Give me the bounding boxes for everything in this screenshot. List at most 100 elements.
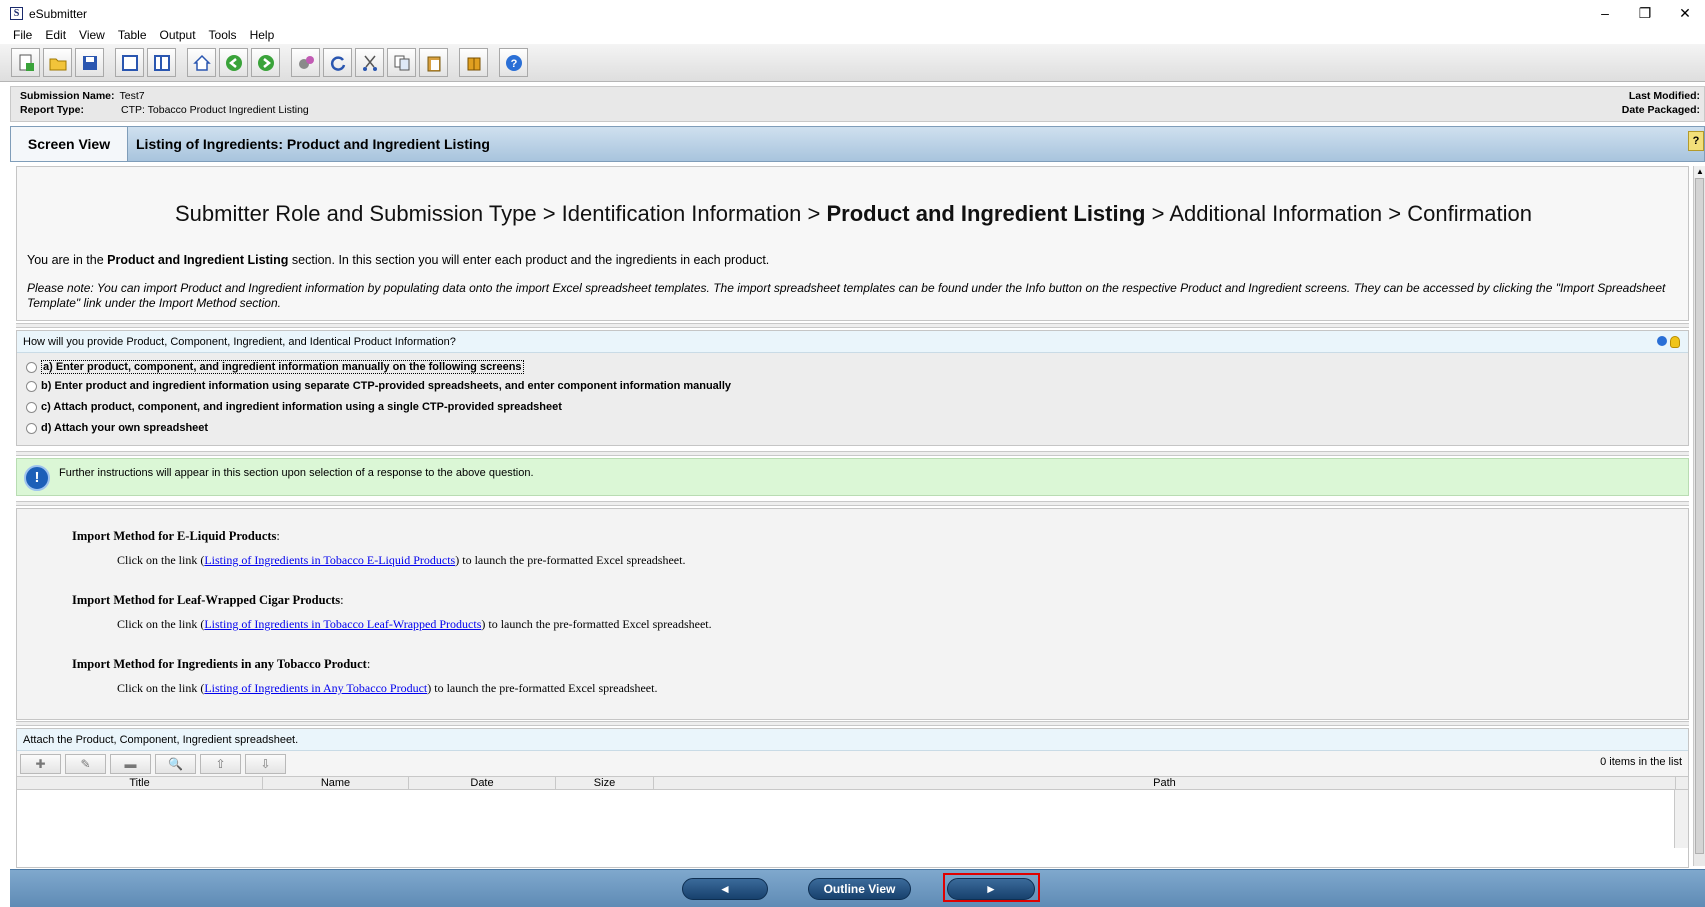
- column-date[interactable]: Date: [409, 777, 556, 789]
- package-icon[interactable]: [459, 48, 488, 77]
- link-eliquid-spreadsheet[interactable]: Listing of Ingredients in Tobacco E-Liqu…: [204, 553, 455, 567]
- open-folder-icon[interactable]: [43, 48, 72, 77]
- title-bar: S eSubmitter – ❐ ✕: [0, 0, 1705, 27]
- help-icon[interactable]: ?: [499, 48, 528, 77]
- menu-file[interactable]: File: [13, 28, 32, 42]
- menu-help[interactable]: Help: [250, 28, 275, 42]
- menu-tools[interactable]: Tools: [209, 28, 237, 42]
- tab-screen-view[interactable]: Screen View: [11, 127, 128, 161]
- paste-icon[interactable]: [419, 48, 448, 77]
- import-methods-panel: Import Method for E-Liquid Products: Cli…: [16, 508, 1689, 720]
- radio-option-d[interactable]: [26, 422, 37, 434]
- home-icon[interactable]: [187, 48, 216, 77]
- attachments-table-body: [17, 790, 1688, 848]
- single-pane-icon[interactable]: [115, 48, 144, 77]
- radio-option-b[interactable]: [26, 380, 37, 392]
- lightbulb-icon[interactable]: [1670, 336, 1680, 348]
- section-divider: [16, 323, 1689, 328]
- bottom-navigation: ◄ Outline View ►: [10, 869, 1705, 907]
- outline-view-button[interactable]: Outline View: [808, 878, 911, 900]
- radio-option-a[interactable]: [26, 361, 37, 373]
- column-name[interactable]: Name: [263, 777, 409, 789]
- attach-toolbar: ✚ ✎ ▬ 🔍 ⇧ ⇩ 0 items in the list: [17, 751, 1688, 776]
- forward-arrow-icon[interactable]: [251, 48, 280, 77]
- scroll-up-icon[interactable]: ▲: [1694, 166, 1705, 178]
- intro-section: Product and Ingredient Listing: [107, 253, 289, 267]
- line-suffix: ) to launch the pre-formatted Excel spre…: [455, 553, 686, 567]
- title-colon: :: [366, 657, 371, 671]
- question-panel: How will you provide Product, Component,…: [16, 330, 1689, 446]
- line-suffix: ) to launch the pre-formatted Excel spre…: [481, 617, 712, 631]
- breadcrumb-separator: >: [542, 201, 556, 226]
- option-d[interactable]: d) Attach your own spreadsheet: [26, 422, 208, 434]
- page-title: Listing of Ingredients: Product and Ingr…: [136, 136, 490, 152]
- table-header: Title Name Date Size Path: [17, 776, 1688, 790]
- breadcrumb-step-additional: Additional Information: [1169, 201, 1383, 226]
- add-icon[interactable]: ✚: [20, 753, 61, 774]
- main-content: Submitter Role and Submission Type > Ide…: [16, 166, 1689, 868]
- instructions-text: Further instructions will appear in this…: [59, 467, 534, 479]
- instructions-panel: ! Further instructions will appear in th…: [16, 458, 1689, 496]
- next-button-highlight: [943, 873, 1040, 902]
- column-title[interactable]: Title: [17, 777, 263, 789]
- option-c[interactable]: c) Attach product, component, and ingred…: [26, 401, 562, 413]
- move-up-icon[interactable]: ⇧: [200, 753, 241, 774]
- column-size[interactable]: Size: [556, 777, 654, 789]
- copy-icon[interactable]: [387, 48, 416, 77]
- save-icon[interactable]: [75, 48, 104, 77]
- menu-output[interactable]: Output: [160, 28, 196, 42]
- submission-info: Submission Name: Test7 Report Type: CTP:…: [10, 86, 1705, 122]
- back-arrow-icon[interactable]: [219, 48, 248, 77]
- option-d-label[interactable]: d) Attach your own spreadsheet: [41, 422, 208, 434]
- menu-table[interactable]: Table: [118, 28, 147, 42]
- import-method-line: Click on the link (Listing of Ingredient…: [117, 681, 657, 696]
- question-text: How will you provide Product, Component,…: [17, 331, 1688, 353]
- option-a[interactable]: a) Enter product, component, and ingredi…: [26, 360, 524, 374]
- svg-text:?: ?: [510, 58, 517, 70]
- option-a-label[interactable]: a) Enter product, component, and ingredi…: [41, 360, 524, 374]
- menu-edit[interactable]: Edit: [45, 28, 66, 42]
- import-method-line: Click on the link (Listing of Ingredient…: [117, 553, 685, 568]
- import-title-leaf-wrapped: Import Method for Leaf-Wrapped Cigar Pro…: [72, 593, 341, 607]
- info-dot-icon[interactable]: [1657, 336, 1667, 346]
- help-note-icon[interactable]: ?: [1688, 131, 1704, 151]
- line-prefix: Click on the link (: [117, 681, 205, 695]
- move-down-icon[interactable]: ⇩: [245, 753, 286, 774]
- option-b-label[interactable]: b) Enter product and ingredient informat…: [41, 380, 731, 392]
- report-type-label: Report Type:: [20, 104, 84, 116]
- cut-icon[interactable]: [355, 48, 384, 77]
- breadcrumb-separator: >: [807, 201, 821, 226]
- close-button[interactable]: ✕: [1665, 0, 1705, 27]
- minimize-button[interactable]: –: [1585, 0, 1625, 27]
- import-method-title: Import Method for Leaf-Wrapped Cigar Pro…: [72, 593, 344, 608]
- toolbar: ?: [0, 44, 1705, 82]
- option-c-label[interactable]: c) Attach product, component, and ingred…: [41, 401, 562, 413]
- question-label: How will you provide Product, Component,…: [23, 336, 456, 348]
- menu-view[interactable]: View: [79, 28, 105, 42]
- breadcrumb-separator: >: [1151, 201, 1165, 226]
- intro-prefix: You are in the: [27, 253, 108, 267]
- section-divider: [16, 451, 1689, 456]
- date-packaged-label: Date Packaged:: [1621, 104, 1700, 116]
- main-scrollbar[interactable]: ▲: [1693, 166, 1705, 866]
- link-leaf-wrapped-spreadsheet[interactable]: Listing of Ingredients in Tobacco Leaf-W…: [204, 617, 481, 631]
- refresh-icon[interactable]: [323, 48, 352, 77]
- app-logo-icon: S: [10, 7, 23, 20]
- scrollbar-thumb[interactable]: [1695, 178, 1704, 854]
- items-count: 0 items in the list: [1600, 756, 1682, 768]
- section-divider: [16, 721, 1689, 726]
- remove-icon[interactable]: ▬: [110, 753, 151, 774]
- view-icon[interactable]: 🔍: [155, 753, 196, 774]
- radio-option-c[interactable]: [26, 401, 37, 413]
- option-b[interactable]: b) Enter product and ingredient informat…: [26, 380, 731, 392]
- gears-icon[interactable]: [291, 48, 320, 77]
- table-scrollbar[interactable]: [1674, 790, 1688, 848]
- new-file-icon[interactable]: [11, 48, 40, 77]
- restore-button[interactable]: ❐: [1625, 0, 1665, 27]
- split-pane-icon[interactable]: [147, 48, 176, 77]
- column-path[interactable]: Path: [654, 777, 1676, 789]
- link-any-product-spreadsheet[interactable]: Listing of Ingredients in Any Tobacco Pr…: [204, 681, 427, 695]
- edit-icon[interactable]: ✎: [65, 753, 106, 774]
- back-button[interactable]: ◄: [682, 878, 768, 900]
- import-title-eliquid: Import Method for E-Liquid Products: [72, 529, 277, 543]
